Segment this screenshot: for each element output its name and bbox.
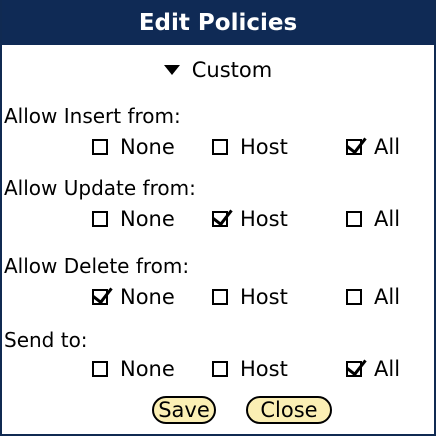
insert-all-checkbox[interactable]: All [346, 134, 400, 160]
triangle-down-icon [163, 65, 180, 75]
checkbox-icon [212, 361, 228, 377]
update-all-checkbox[interactable]: All [346, 206, 400, 232]
send-to-label: Send to: [4, 328, 88, 352]
delete-host-checkbox[interactable]: Host [212, 284, 288, 310]
option-label: Host [240, 207, 288, 231]
save-button[interactable]: Save [152, 396, 216, 424]
option-label: None [120, 285, 175, 309]
delete-all-checkbox[interactable]: All [346, 284, 400, 310]
option-label: All [374, 207, 401, 231]
option-label: All [374, 357, 401, 381]
option-label: All [374, 135, 401, 159]
checkbox-icon [346, 289, 362, 305]
checkbox-icon [92, 211, 108, 227]
insert-none-checkbox[interactable]: None [92, 134, 175, 160]
option-label: None [120, 357, 175, 381]
insert-host-checkbox[interactable]: Host [212, 134, 288, 160]
option-label: Host [240, 285, 288, 309]
checkbox-icon [346, 139, 362, 155]
send-all-checkbox[interactable]: All [346, 356, 400, 382]
option-label: Host [240, 135, 288, 159]
option-label: All [374, 285, 401, 309]
allow-delete-label: Allow Delete from: [4, 254, 190, 278]
checkbox-icon [212, 289, 228, 305]
checkbox-icon [346, 211, 362, 227]
update-host-checkbox[interactable]: Host [212, 206, 288, 232]
preset-popup-trigger[interactable]: Custom [2, 55, 434, 85]
checkbox-icon [92, 289, 108, 305]
checkbox-icon [92, 361, 108, 377]
allow-update-label: Allow Update from: [4, 176, 196, 200]
option-label: None [120, 135, 175, 159]
option-label: Host [240, 357, 288, 381]
checkbox-icon [212, 211, 228, 227]
delete-none-checkbox[interactable]: None [92, 284, 175, 310]
close-button[interactable]: Close [246, 396, 332, 424]
send-none-checkbox[interactable]: None [92, 356, 175, 382]
edit-policies-dialog: Edit Policies Custom Allow Insert from: … [0, 0, 436, 436]
checkbox-icon [346, 361, 362, 377]
checkbox-icon [92, 139, 108, 155]
send-host-checkbox[interactable]: Host [212, 356, 288, 382]
update-none-checkbox[interactable]: None [92, 206, 175, 232]
allow-insert-label: Allow Insert from: [4, 104, 181, 128]
preset-selected-label: Custom [191, 58, 273, 82]
dialog-title: Edit Policies [2, 0, 434, 45]
checkbox-icon [212, 139, 228, 155]
option-label: None [120, 207, 175, 231]
